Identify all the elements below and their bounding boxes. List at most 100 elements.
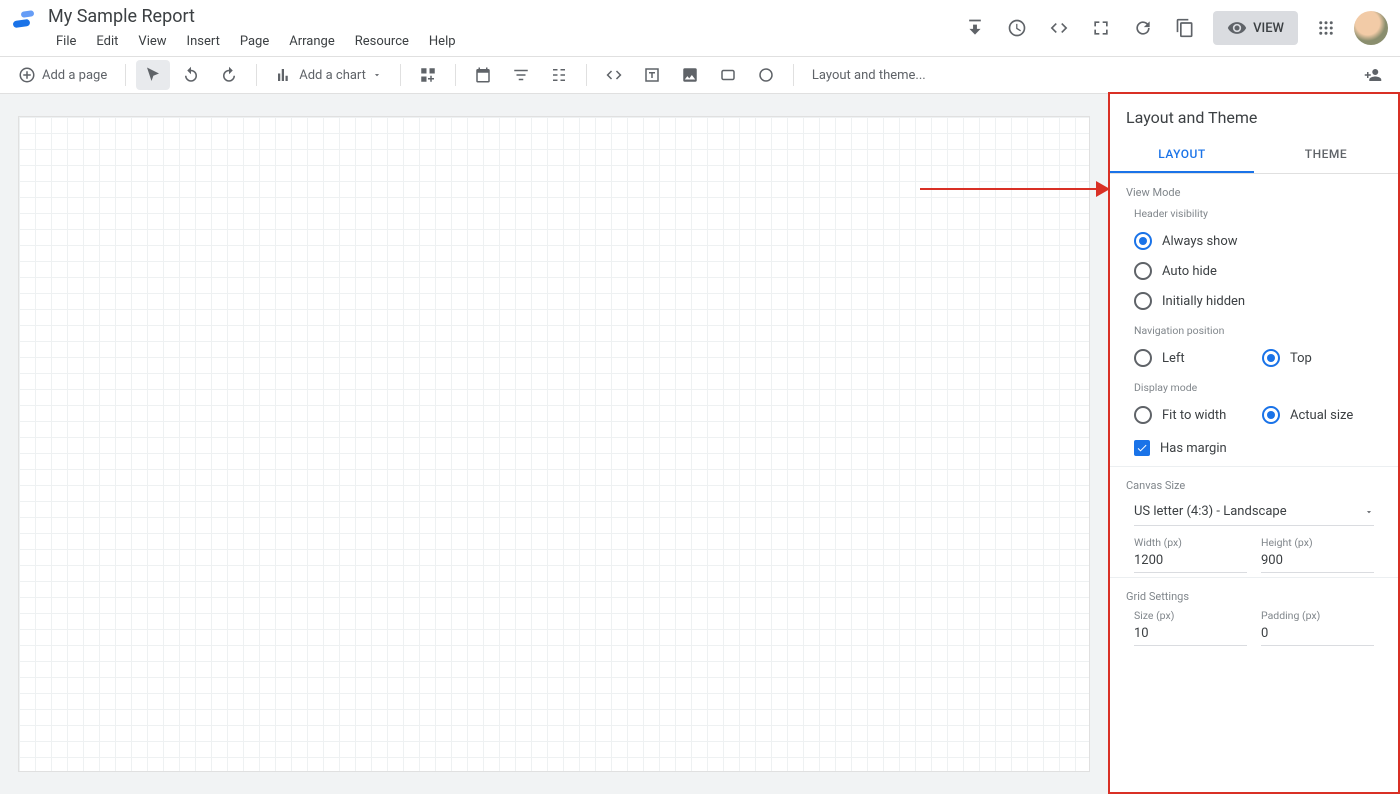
apps-icon[interactable] [1312,14,1340,42]
image-button[interactable] [673,60,707,90]
add-people-button[interactable] [1356,60,1390,90]
radio-nav-top[interactable]: Top [1254,343,1382,373]
tab-theme[interactable]: THEME [1254,137,1398,173]
canvas-area [0,94,1108,794]
view-button[interactable]: VIEW [1213,11,1298,45]
menu-view[interactable]: View [130,32,174,51]
section-canvas-size: Canvas Size US letter (4:3) - Landscape … [1110,467,1398,578]
layout-theme-button[interactable]: Layout and theme... [804,60,934,90]
rectangle-button[interactable] [711,60,745,90]
canvas-preset-select[interactable]: US letter (4:3) - Landscape [1134,498,1374,526]
section-title-view-mode: View Mode [1126,186,1382,199]
menu-file[interactable]: File [48,32,84,51]
panel-title: Layout and Theme [1110,94,1398,137]
text-button[interactable] [635,60,669,90]
radio-icon [1134,406,1152,424]
width-field[interactable]: Width (px) 1200 [1134,536,1247,573]
separator [400,64,401,86]
history-icon[interactable] [1003,14,1031,42]
height-label: Height (px) [1261,536,1374,549]
plus-circle-icon [18,66,36,84]
eye-icon [1227,18,1247,38]
height-field[interactable]: Height (px) 900 [1261,536,1374,573]
menu-resource[interactable]: Resource [347,32,417,51]
add-page-label: Add a page [42,68,107,83]
menu-page[interactable]: Page [232,32,277,51]
label-header-visibility: Header visibility [1134,207,1382,220]
title-block: My Sample Report File Edit View Insert P… [48,6,464,51]
embed-icon[interactable] [1045,14,1073,42]
doc-title[interactable]: My Sample Report [48,6,464,28]
menu-edit[interactable]: Edit [88,32,126,51]
section-title-grid-settings: Grid Settings [1126,590,1382,603]
grid-size-field[interactable]: Size (px) 10 [1134,609,1247,646]
filter-button[interactable] [504,60,538,90]
separator [455,64,456,86]
section-title-canvas-size: Canvas Size [1126,479,1382,492]
workspace: Layout and Theme LAYOUT THEME View Mode … [0,94,1400,794]
radio-label: Fit to width [1162,408,1226,423]
select-tool[interactable] [136,60,170,90]
header-actions: VIEW [961,6,1388,50]
radio-fit-width[interactable]: Fit to width [1126,400,1254,430]
add-page-button[interactable]: Add a page [10,60,115,90]
download-icon[interactable] [961,14,989,42]
menu-arrange[interactable]: Arrange [281,32,342,51]
grid-size-value: 10 [1134,622,1247,646]
tab-layout[interactable]: LAYOUT [1110,137,1254,173]
checkbox-has-margin[interactable]: Has margin [1126,430,1382,462]
add-chart-button[interactable]: Add a chart [267,60,390,90]
radio-nav-left[interactable]: Left [1126,343,1254,373]
radio-label: Always show [1162,234,1238,249]
circle-button[interactable] [749,60,783,90]
separator [125,64,126,86]
radio-icon [1134,262,1152,280]
avatar[interactable] [1354,11,1388,45]
nav-position-group: Left Top [1126,343,1382,373]
menu-bar: File Edit View Insert Page Arrange Resou… [48,32,464,51]
panel-body: View Mode Header visibility Always show … [1110,174,1398,792]
menu-help[interactable]: Help [421,32,464,51]
grid-fields: Size (px) 10 Padding (px) 0 [1126,609,1382,646]
radio-auto-hide[interactable]: Auto hide [1126,256,1382,286]
redo-button[interactable] [212,60,246,90]
select-value: US letter (4:3) - Landscape [1134,504,1364,519]
menu-insert[interactable]: Insert [179,32,228,51]
chart-icon [275,66,293,84]
label-nav-position: Navigation position [1134,324,1382,337]
display-mode-group: Fit to width Actual size [1126,400,1382,430]
fullscreen-icon[interactable] [1087,14,1115,42]
grid-padding-label: Padding (px) [1261,609,1374,622]
width-value: 1200 [1134,549,1247,573]
grid-padding-value: 0 [1261,622,1374,646]
data-control-button[interactable] [542,60,576,90]
section-grid-settings: Grid Settings Size (px) 10 Padding (px) … [1110,578,1398,650]
chevron-down-icon [372,70,382,80]
radio-actual-size[interactable]: Actual size [1254,400,1382,430]
date-range-button[interactable] [466,60,500,90]
width-label: Width (px) [1134,536,1247,549]
radio-always-show[interactable]: Always show [1126,226,1382,256]
radio-label: Initially hidden [1162,294,1245,309]
radio-icon [1262,349,1280,367]
community-viz-button[interactable] [411,60,445,90]
radio-icon [1134,349,1152,367]
radio-initially-hidden[interactable]: Initially hidden [1126,286,1382,316]
separator [793,64,794,86]
panel-tabs: LAYOUT THEME [1110,137,1398,174]
radio-icon [1134,232,1152,250]
radio-label: Top [1290,351,1312,366]
layout-theme-panel: Layout and Theme LAYOUT THEME View Mode … [1108,92,1400,794]
view-button-label: VIEW [1253,21,1284,36]
undo-button[interactable] [174,60,208,90]
add-chart-label: Add a chart [299,68,366,83]
canvas-dimensions: Width (px) 1200 Height (px) 900 [1126,536,1382,573]
checkbox-icon [1134,440,1150,456]
grid-padding-field[interactable]: Padding (px) 0 [1261,609,1374,646]
url-embed-button[interactable] [597,60,631,90]
report-canvas[interactable] [18,116,1090,772]
radio-label: Actual size [1290,408,1353,423]
refresh-icon[interactable] [1129,14,1157,42]
copy-icon[interactable] [1171,14,1199,42]
radio-icon [1262,406,1280,424]
